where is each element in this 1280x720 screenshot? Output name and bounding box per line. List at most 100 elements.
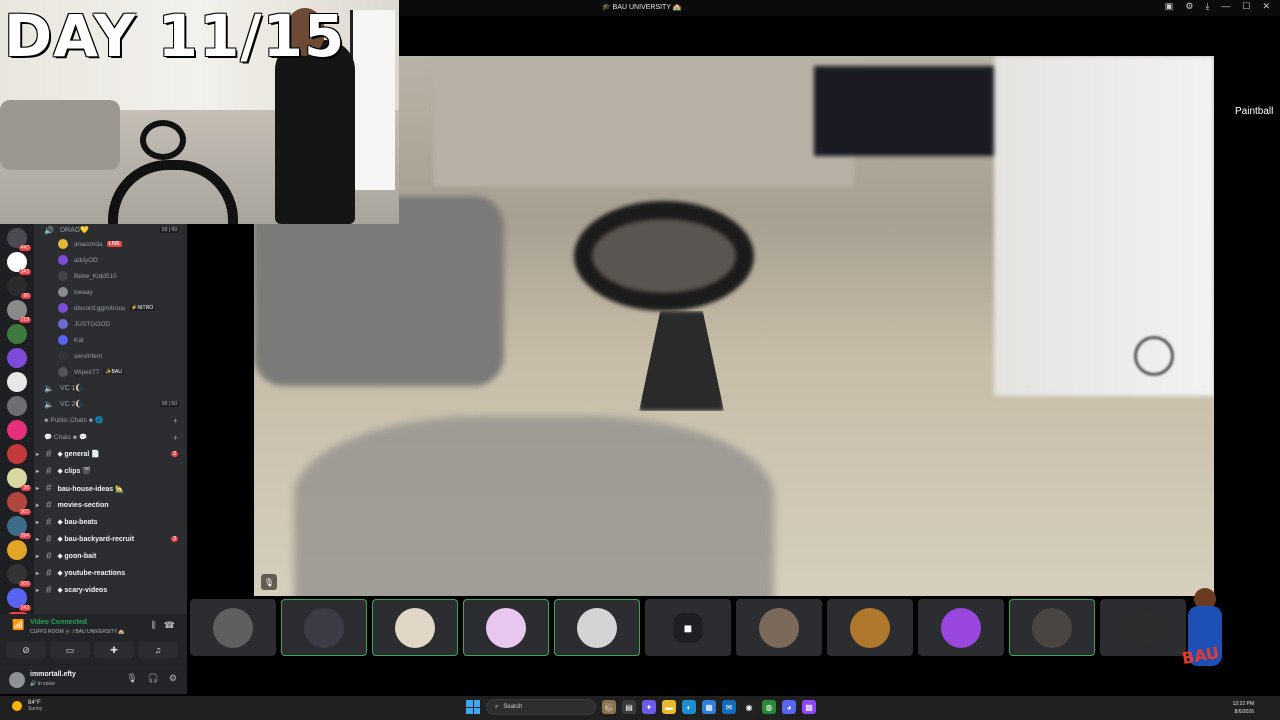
- expand-arrow-icon[interactable]: ▸: [36, 485, 39, 492]
- signal-icon[interactable]: 📶: [12, 620, 24, 631]
- participant-tile[interactable]: [918, 599, 1004, 656]
- participant-avatar: [941, 607, 981, 648]
- voice-channel-vc2[interactable]: 🔈 VC 2🌘 00 | 50: [34, 396, 187, 412]
- text-channel[interactable]: ▸ # ⬥ clips 🎬: [34, 463, 187, 480]
- server-icon[interactable]: [7, 540, 27, 560]
- server-icon[interactable]: 218: [7, 300, 31, 323]
- twitch-icon[interactable]: ▩: [802, 700, 816, 714]
- expand-arrow-icon[interactable]: ▸: [36, 451, 39, 458]
- edge-icon[interactable]: ◐: [682, 700, 696, 714]
- add-channel-icon[interactable]: +: [173, 433, 178, 443]
- voice-member[interactable]: Wipez77 ✨BAU: [34, 364, 187, 380]
- expand-arrow-icon[interactable]: ▸: [36, 468, 39, 475]
- folder-icon[interactable]: ▬: [662, 700, 676, 714]
- discord-icon[interactable]: ◕: [782, 700, 796, 714]
- server-icon[interactable]: [7, 348, 27, 368]
- participant-tile[interactable]: [372, 599, 458, 656]
- server-icon[interactable]: 394: [7, 516, 31, 539]
- voice-channel-drag[interactable]: 🔊 DRAG💛 09 | 99: [34, 224, 187, 236]
- explorer-icon[interactable]: ▤: [622, 700, 636, 714]
- expand-arrow-icon[interactable]: ▸: [36, 536, 39, 543]
- voice-member[interactable]: Kal: [34, 332, 187, 348]
- weather-widget[interactable]: 84°F Sunny: [12, 700, 42, 712]
- category-public-chats[interactable]: ⬥ Public Chats ⬥ 🌐 +: [34, 412, 187, 429]
- server-icon[interactable]: [7, 444, 27, 464]
- minimize-button[interactable]: —: [1221, 1, 1230, 12]
- disconnect-icon[interactable]: ☎: [164, 620, 175, 631]
- text-channel[interactable]: ▸ # bau-house-ideas 🏡: [34, 480, 187, 497]
- text-channel[interactable]: ▸ # movies-section: [34, 497, 187, 514]
- server-icon[interactable]: 38: [7, 468, 31, 491]
- screen-share-button[interactable]: ▭: [50, 642, 90, 658]
- camera-off-button[interactable]: ⊘: [6, 642, 46, 658]
- participant-tile[interactable]: [827, 599, 913, 656]
- voice-member[interactable]: anaconda LIVE: [34, 236, 187, 252]
- text-channel[interactable]: ▸ # ⬥ general 📄 2: [34, 446, 187, 463]
- voice-member[interactable]: discord.gg/nitrous ⚡NITRO: [34, 300, 187, 316]
- server-icon[interactable]: 442: [7, 228, 31, 251]
- expand-arrow-icon[interactable]: ▸: [36, 519, 39, 526]
- voice-member[interactable]: addyOD: [34, 252, 187, 268]
- participant-tile[interactable]: [1100, 599, 1186, 656]
- copilot-icon[interactable]: ✦: [642, 700, 656, 714]
- participant-tile[interactable]: [190, 599, 276, 656]
- start-button[interactable]: [466, 700, 480, 714]
- server-icon[interactable]: [7, 372, 27, 392]
- obs-icon[interactable]: ◉: [742, 700, 756, 714]
- voice-member[interactable]: bwaay: [34, 284, 187, 300]
- download-icon[interactable]: ⤓: [1205, 1, 1209, 12]
- participant-tile[interactable]: [736, 599, 822, 656]
- user-avatar[interactable]: [9, 672, 25, 688]
- activities-button[interactable]: ✚: [94, 642, 134, 658]
- maximize-button[interactable]: ☐: [1242, 1, 1250, 12]
- server-icon[interactable]: 90: [7, 276, 31, 299]
- user-name[interactable]: immortall.efty: [30, 671, 76, 678]
- expand-arrow-icon[interactable]: ▸: [36, 502, 39, 509]
- taskbar-search[interactable]: ⌕ Search: [486, 699, 596, 715]
- voice-status[interactable]: Video Connected: [30, 619, 87, 626]
- expand-arrow-icon[interactable]: ▸: [36, 587, 39, 594]
- stream-mute-icon[interactable]: 🎙: [261, 574, 277, 590]
- server-icon[interactable]: 143: [7, 588, 31, 611]
- member-name: anaconda: [74, 240, 103, 248]
- inbox-icon[interactable]: ▣: [1165, 1, 1174, 12]
- settings-icon[interactable]: ⚙: [1185, 1, 1193, 12]
- add-channel-icon[interactable]: +: [173, 416, 178, 426]
- voice-channel-vc1[interactable]: 🔈 VC 1🌘: [34, 380, 187, 396]
- voice-member[interactable]: JUSTGOOD: [34, 316, 187, 332]
- soundboard-button[interactable]: ♫: [138, 642, 178, 658]
- server-icon[interactable]: 302: [7, 492, 31, 515]
- voice-member[interactable]: servinfent: [34, 348, 187, 364]
- participant-tile[interactable]: [1009, 599, 1095, 656]
- server-icon[interactable]: 109: [7, 564, 31, 587]
- participant-tile[interactable]: [463, 599, 549, 656]
- participant-tile[interactable]: [281, 599, 367, 656]
- text-channel[interactable]: ▸ # ⬥ scary-videos: [34, 582, 187, 599]
- server-icon[interactable]: [7, 396, 27, 416]
- text-channel[interactable]: ▸ # ⬥ youtube-reactions: [34, 565, 187, 582]
- category-chats[interactable]: 💬 Chats ⬥ 💬 +: [34, 429, 187, 446]
- server-icon[interactable]: 343: [7, 252, 31, 275]
- text-channel[interactable]: ▸ # ⬥ goon-bait: [34, 548, 187, 565]
- expand-arrow-icon[interactable]: ▸: [36, 553, 39, 560]
- member-avatar: [58, 319, 68, 329]
- noise-suppression-icon[interactable]: ⫼: [152, 620, 156, 631]
- chrome-icon[interactable]: ◍: [762, 700, 776, 714]
- outlook-icon[interactable]: ✉: [722, 700, 736, 714]
- text-channel[interactable]: ▸ # ⬥ bau-backyard-recruit 2: [34, 531, 187, 548]
- sloth-app-icon[interactable]: 🦥: [602, 700, 616, 714]
- microphone-icon[interactable]: 🎙: [126, 673, 137, 684]
- server-icon[interactable]: [7, 420, 27, 440]
- expand-arrow-icon[interactable]: ▸: [36, 570, 39, 577]
- server-icon[interactable]: [7, 324, 27, 344]
- participant-tile[interactable]: ■: [645, 599, 731, 656]
- close-button[interactable]: ✕: [1262, 1, 1270, 12]
- headphones-icon[interactable]: 🎧: [148, 673, 159, 684]
- voice-location[interactable]: CUFFS ROOM 🎓 / BAU UNIVERSITY 🏫: [30, 629, 125, 635]
- settings-gear-icon[interactable]: ⚙: [169, 673, 177, 684]
- participant-tile[interactable]: [554, 599, 640, 656]
- store-icon[interactable]: ▦: [702, 700, 716, 714]
- voice-member[interactable]: Bebe_Kidd510: [34, 268, 187, 284]
- text-channel[interactable]: ▸ # ⬥ bau-beats: [34, 514, 187, 531]
- taskbar-clock[interactable]: 12:22 PM 8/6/2026: [1233, 700, 1254, 716]
